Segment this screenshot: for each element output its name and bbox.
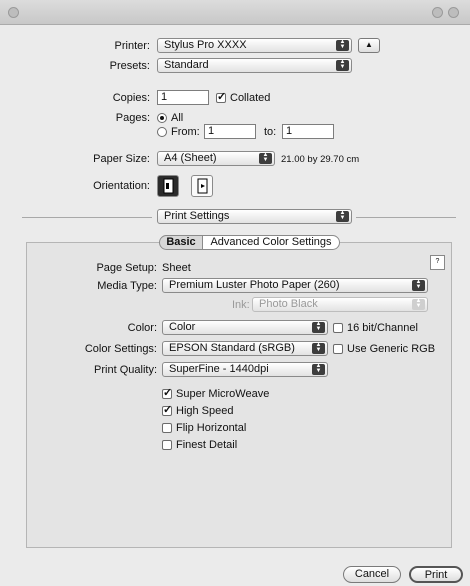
- generic-rgb-label: Use Generic RGB: [347, 343, 436, 355]
- pages-all-label: All: [171, 112, 184, 124]
- finest-detail-label: Finest Detail: [176, 439, 238, 451]
- color-settings-select[interactable]: EPSON Standard (sRGB) ▲ ▼: [162, 341, 328, 356]
- portrait-icon: [163, 178, 174, 194]
- paper-size-label: Paper Size:: [93, 153, 150, 165]
- printer-select[interactable]: Stylus Pro XXXX ▲ ▼: [157, 38, 352, 53]
- pages-from-field[interactable]: 1: [204, 124, 256, 139]
- popup-arrows-icon: ▲ ▼: [336, 39, 349, 51]
- collated-label: Collated: [230, 92, 271, 104]
- super-microweave-label: Super MicroWeave: [176, 388, 270, 400]
- paper-size-value: A4 (Sheet): [164, 152, 217, 164]
- page-setup-value: Sheet: [162, 262, 191, 274]
- popup-arrows-icon: ▲ ▼: [312, 363, 325, 375]
- pages-to-label: to:: [264, 126, 277, 138]
- paper-size-select[interactable]: A4 (Sheet) ▲ ▼: [157, 151, 275, 166]
- tab-basic[interactable]: Basic: [159, 235, 203, 250]
- collated-checkbox[interactable]: [216, 90, 226, 103]
- flip-horizontal-label: Flip Horizontal: [176, 422, 247, 434]
- presets-label: Presets:: [109, 60, 150, 72]
- popup-arrows-icon: ▲ ▼: [336, 59, 349, 71]
- portrait-orientation-button[interactable]: [157, 175, 179, 197]
- help-icon[interactable]: ?: [430, 255, 445, 270]
- cancel-button[interactable]: Cancel: [343, 566, 401, 583]
- high-speed-checkbox[interactable]: [162, 403, 172, 416]
- print-quality-select[interactable]: SuperFine - 1440dpi ▲ ▼: [162, 362, 328, 377]
- media-type-label: Media Type:: [97, 280, 157, 292]
- title-bar: [0, 0, 470, 25]
- printer-value: Stylus Pro XXXX: [164, 39, 247, 51]
- printer-label: Printer:: [114, 40, 150, 52]
- popup-arrows-icon: ▲ ▼: [312, 342, 325, 354]
- popup-arrows-icon: ▲ ▼: [312, 321, 325, 333]
- 16-bit-label: 16 bit/Channel: [347, 322, 418, 334]
- paper-dimensions: 21.00 by 29.70 cm: [281, 154, 360, 165]
- separator-line: [22, 217, 152, 218]
- ink-label: Ink:: [232, 299, 250, 311]
- popup-arrows-icon: ▲ ▼: [412, 279, 425, 291]
- landscape-orientation-button[interactable]: [191, 175, 213, 197]
- copies-field[interactable]: 1: [157, 90, 209, 105]
- presets-select[interactable]: Standard ▲ ▼: [157, 58, 352, 73]
- presets-value: Standard: [164, 59, 209, 71]
- print-settings-value: Print Settings: [164, 210, 230, 222]
- close-window-icon[interactable]: [8, 7, 19, 18]
- 16-bit-checkbox[interactable]: [333, 323, 343, 333]
- ink-select[interactable]: Photo Black ▲ ▼: [252, 297, 428, 312]
- color-settings-value: EPSON Standard (sRGB): [169, 342, 295, 354]
- media-type-value: Premium Luster Photo Paper (260): [169, 279, 340, 291]
- color-settings-label: Color Settings:: [84, 343, 157, 355]
- tab-advanced-color-settings[interactable]: Advanced Color Settings: [202, 235, 340, 250]
- separator-line: [356, 217, 456, 218]
- media-type-select[interactable]: Premium Luster Photo Paper (260) ▲ ▼: [162, 278, 428, 293]
- pages-from-radio[interactable]: [157, 127, 167, 137]
- print-button[interactable]: Print: [409, 566, 463, 583]
- color-select[interactable]: Color ▲ ▼: [162, 320, 328, 335]
- printer-disclosure-button[interactable]: ▲: [358, 38, 380, 53]
- copies-label: Copies:: [112, 92, 150, 104]
- pages-to-field[interactable]: 1: [282, 124, 334, 139]
- landscape-icon: [197, 178, 208, 194]
- super-microweave-checkbox[interactable]: [162, 386, 172, 399]
- window-control-icon[interactable]: [448, 7, 459, 18]
- popup-arrows-icon: ▲ ▼: [336, 210, 349, 222]
- pages-from-label: From:: [171, 126, 200, 138]
- pages-label: Pages:: [115, 112, 150, 124]
- orientation-label: Orientation:: [93, 180, 150, 192]
- popup-arrows-icon: ▲ ▼: [259, 152, 272, 164]
- high-speed-label: High Speed: [176, 405, 234, 417]
- page-setup-label: Page Setup:: [96, 262, 157, 274]
- popup-arrows-icon: ▲ ▼: [412, 298, 425, 310]
- ink-value: Photo Black: [259, 298, 318, 310]
- generic-rgb-checkbox[interactable]: [333, 344, 343, 354]
- flip-horizontal-checkbox[interactable]: [162, 423, 172, 433]
- finest-detail-checkbox[interactable]: [162, 440, 172, 450]
- print-dialog: Printer: Stylus Pro XXXX ▲ ▼ ▲ Presets: S…: [0, 0, 470, 586]
- print-quality-label: Print Quality:: [94, 364, 157, 376]
- color-label: Color:: [127, 322, 157, 334]
- pages-all-radio[interactable]: [157, 113, 167, 123]
- print-quality-value: SuperFine - 1440dpi: [169, 363, 269, 375]
- color-value: Color: [169, 321, 196, 333]
- print-settings-select[interactable]: Print Settings ▲ ▼: [157, 209, 352, 224]
- window-control-icon[interactable]: [432, 7, 443, 18]
